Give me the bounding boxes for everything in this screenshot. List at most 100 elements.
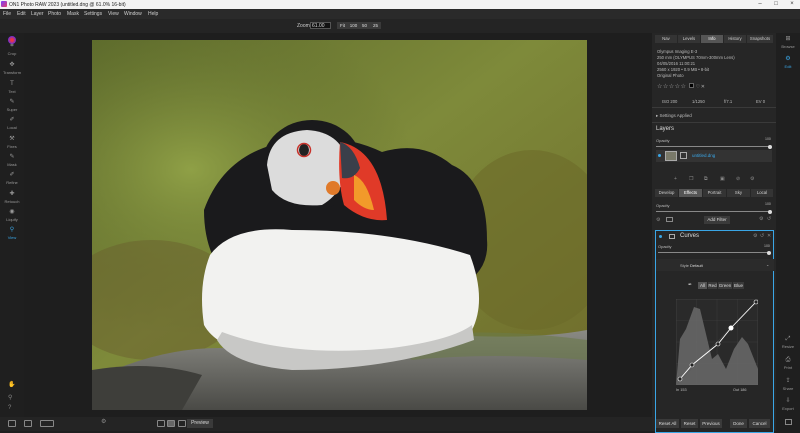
- tool-liquify[interactable]: ◉ Liquify: [0, 209, 24, 222]
- layer-visibility-icon[interactable]: [658, 154, 661, 157]
- add-filter-button[interactable]: Add Filter: [704, 216, 730, 224]
- curves-opacity-knob[interactable]: [767, 250, 771, 255]
- split-view-icon[interactable]: [40, 420, 54, 427]
- cancel-button[interactable]: Cancel: [749, 419, 770, 428]
- tool-view[interactable]: ⚲ View: [0, 227, 24, 240]
- zoom-50-button[interactable]: 50: [359, 22, 370, 29]
- reset-button[interactable]: Reset: [681, 419, 698, 428]
- tool-local[interactable]: ✐ Local: [0, 117, 24, 130]
- compare-icon[interactable]: [8, 420, 16, 427]
- curves-settings-icon[interactable]: ⚙: [753, 233, 757, 239]
- menu-edit[interactable]: Edit: [17, 11, 26, 17]
- close-icon[interactable]: ×: [784, 0, 800, 9]
- delete-layer-icon[interactable]: ⊘: [736, 176, 740, 182]
- curves-mask-icon[interactable]: [669, 234, 675, 239]
- minimize-icon[interactable]: –: [752, 0, 768, 9]
- layer-name[interactable]: untitled.dng: [692, 153, 715, 158]
- color-label-icon[interactable]: [688, 83, 694, 88]
- tool-text[interactable]: T Text: [0, 81, 24, 94]
- tab-local[interactable]: Local: [751, 189, 773, 197]
- effects-reset-icon[interactable]: ↺: [767, 216, 771, 222]
- effects-mask-icon[interactable]: ⚙: [656, 217, 660, 223]
- module-edit[interactable]: ⚙ Edit: [776, 56, 800, 69]
- layers-opacity-slider[interactable]: [656, 146, 770, 147]
- grid-icon[interactable]: [178, 420, 186, 427]
- tool-retouch[interactable]: ✚ Retouch: [0, 191, 24, 204]
- curves-toggle-icon[interactable]: [659, 235, 662, 238]
- curves-style-row[interactable]: Style Default ⌄: [656, 259, 774, 271]
- channel-blue[interactable]: Blue: [733, 282, 744, 289]
- channel-all[interactable]: All: [698, 282, 707, 289]
- layers-opacity-knob[interactable]: [768, 144, 772, 149]
- menu-help[interactable]: Help: [148, 11, 158, 17]
- curve-point-black[interactable]: [677, 376, 683, 382]
- zoom-input[interactable]: 61.00: [310, 22, 331, 29]
- menu-file[interactable]: File: [3, 11, 11, 17]
- tab-snapshots[interactable]: Snapshots: [747, 35, 773, 43]
- tab-develop[interactable]: Develop: [655, 189, 678, 197]
- tab-sky[interactable]: Sky: [727, 189, 750, 197]
- zoom-25-button[interactable]: 25: [370, 22, 381, 29]
- effects-opacity-slider[interactable]: [656, 211, 770, 212]
- menu-view[interactable]: View: [108, 11, 119, 17]
- settings-applied[interactable]: ▸ Settings Applied: [656, 113, 692, 119]
- tab-history[interactable]: History: [724, 35, 746, 43]
- tab-portrait[interactable]: Portrait: [703, 189, 726, 197]
- rating-stars[interactable]: ☆☆☆☆☆ ♡✕: [657, 83, 705, 90]
- duplicate-layer-icon[interactable]: ❐: [689, 176, 693, 182]
- module-export[interactable]: ⇩ Export: [776, 398, 800, 411]
- tab-nav[interactable]: Nav: [655, 35, 677, 43]
- done-button[interactable]: Done: [730, 419, 747, 428]
- tool-refine[interactable]: ✐ Refine: [0, 172, 24, 185]
- zoom-100-button[interactable]: 100: [348, 22, 359, 29]
- monitor-icon[interactable]: [24, 420, 32, 427]
- preview-button[interactable]: Preview: [187, 419, 213, 428]
- menu-photo[interactable]: Photo: [48, 11, 61, 17]
- tab-levels[interactable]: Levels: [678, 35, 700, 43]
- module-browse[interactable]: ⊞ Browse: [776, 36, 800, 49]
- curve-graph[interactable]: [676, 299, 758, 385]
- merge-layer-icon[interactable]: ⧉: [704, 176, 708, 182]
- tool-crop[interactable]: ⌗ Crop: [0, 43, 24, 56]
- effects-preset-icon[interactable]: [666, 217, 673, 222]
- layer-row[interactable]: untitled.dng: [656, 150, 772, 162]
- brush-icon[interactable]: ⚙: [101, 418, 109, 425]
- curve-point-white[interactable]: [753, 299, 758, 305]
- tab-effects[interactable]: Effects: [679, 189, 702, 197]
- layer-settings-icon[interactable]: ⚙: [750, 176, 754, 182]
- reject-icon[interactable]: ✕: [701, 84, 706, 90]
- menu-window[interactable]: Window: [124, 11, 142, 17]
- module-share[interactable]: ⇪ Share: [776, 378, 800, 391]
- previous-button[interactable]: Previous: [700, 419, 722, 428]
- channel-green[interactable]: Green: [718, 282, 732, 289]
- module-print[interactable]: ⎙ Print: [776, 357, 800, 370]
- effects-settings-icon[interactable]: ⚙: [759, 216, 763, 222]
- photo-puffin[interactable]: [92, 40, 587, 410]
- maximize-icon[interactable]: □: [768, 0, 784, 9]
- curve-point-2[interactable]: [715, 341, 721, 347]
- add-layer-icon[interactable]: +: [674, 176, 677, 182]
- module-resize[interactable]: ⤢ Resize: [776, 336, 800, 349]
- help-icon[interactable]: ?: [8, 405, 11, 411]
- curve-point-1[interactable]: [689, 362, 695, 368]
- tool-fixes[interactable]: ⚒ Fixes: [0, 136, 24, 149]
- menu-settings[interactable]: Settings: [84, 11, 102, 17]
- curves-opacity-slider[interactable]: [658, 252, 770, 253]
- mask-overlay-icon[interactable]: [167, 420, 175, 427]
- menu-layer[interactable]: Layer: [31, 11, 44, 17]
- tool-mask[interactable]: ✎ Mask: [0, 154, 24, 167]
- effects-opacity-knob[interactable]: [768, 209, 772, 214]
- channel-red[interactable]: Red: [708, 282, 717, 289]
- eyedropper-icon[interactable]: ✒: [688, 282, 692, 288]
- zoom-fit-button[interactable]: Fit: [337, 22, 348, 29]
- curve-point-selected[interactable]: [728, 325, 734, 331]
- tab-info[interactable]: Info: [701, 35, 723, 43]
- tool-transform[interactable]: ✥ Transform: [0, 62, 24, 75]
- menu-mask[interactable]: Mask: [67, 11, 79, 17]
- tool-super[interactable]: ✎ Super: [0, 99, 24, 112]
- panel-toggle-icon[interactable]: [785, 419, 792, 425]
- stamp-layer-icon[interactable]: ▣: [720, 176, 725, 182]
- overlay-icon[interactable]: [157, 420, 165, 427]
- curves-close-icon[interactable]: ✕: [767, 233, 771, 239]
- zoom-tool-icon[interactable]: ⚲: [8, 394, 12, 401]
